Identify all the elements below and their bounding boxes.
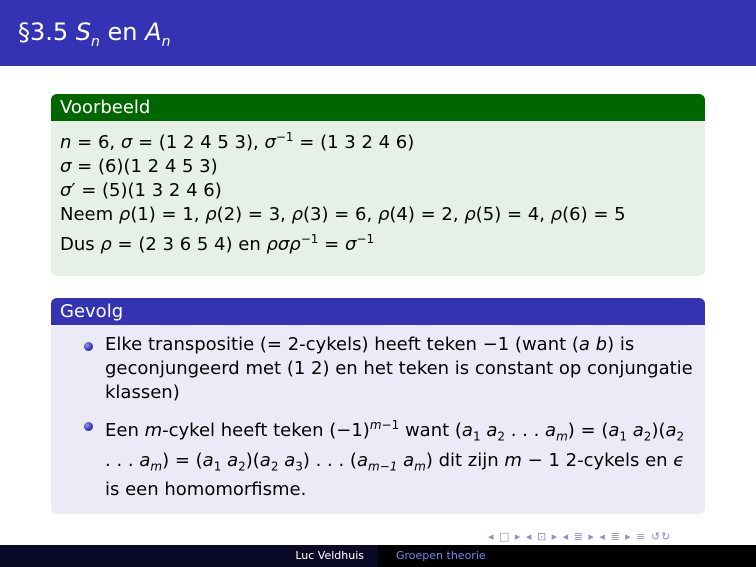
footer: Luc Veldhuis Groepen theorie [0, 545, 756, 567]
list-item: Elke transpositie (= 2-cykels) heeft tek… [51, 333, 693, 405]
example-line: Neem ρ(1) = 1, ρ(2) = 3, ρ(3) = 6, ρ(4) … [60, 204, 626, 225]
example-block: Voorbeeld n = 6, σ = (1 2 4 5 3), σ−1 = … [51, 94, 705, 276]
list-item: Een m-cykel heeft teken (−1)m−1 want (a1… [51, 413, 693, 502]
footer-author: Luc Veldhuis [0, 545, 378, 567]
frame-title-bar: §3.5 Sn en An [0, 0, 756, 66]
corollary-block-body: Elke transpositie (= 2-cykels) heeft tek… [51, 325, 705, 514]
slide-title: §3.5 Sn en An [18, 18, 171, 50]
navigation-controls[interactable]: ◂ □ ▸ ◂ ⊡ ▸ ◂ ≣ ▸ ◂ ≣ ▸ ≡ ↺↻ [488, 530, 671, 543]
example-block-title: Voorbeeld [51, 94, 705, 121]
corollary-block-title: Gevolg [51, 298, 705, 325]
example-line: Dus ρ = (2 3 6 5 4) en ρσρ−1 = σ−1 [60, 232, 375, 255]
example-line: n = 6, σ = (1 2 4 5 3), σ−1 = (1 3 2 4 6… [60, 130, 415, 153]
example-line: σ′ = (5)(1 3 2 4 6) [60, 180, 222, 201]
bullet-icon [84, 422, 93, 431]
footer-course: Groepen theorie [378, 545, 756, 567]
bullet-icon [84, 342, 93, 351]
example-block-body: n = 6, σ = (1 2 4 5 3), σ−1 = (1 3 2 4 6… [51, 121, 705, 276]
example-line: σ = (6)(1 2 4 5 3) [60, 156, 218, 177]
corollary-block: Gevolg Elke transpositie (= 2-cykels) he… [51, 298, 705, 514]
